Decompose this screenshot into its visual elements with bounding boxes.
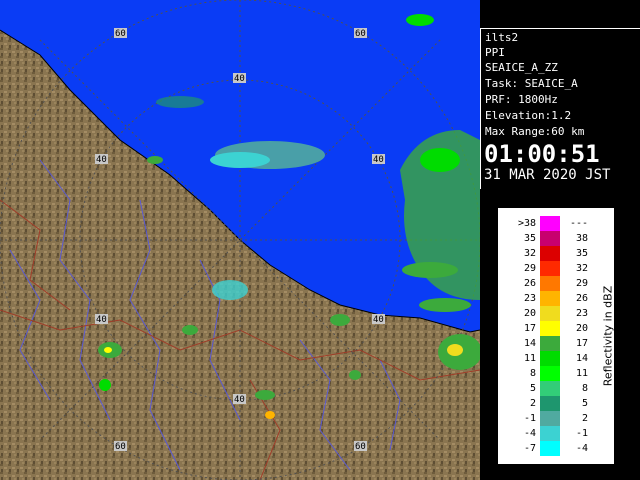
legend-color-swatch bbox=[540, 321, 560, 336]
reflectivity-legend: >38 --- 35 38 32 35 29 32 26 29 23 26 20 23 17 20 14 17 11… bbox=[498, 208, 614, 464]
legend-row: -4 -1 bbox=[506, 426, 596, 441]
legend-high-value: 26 bbox=[575, 293, 588, 304]
elevation-value: Elevation:1.2 bbox=[485, 109, 572, 122]
prf-value: PRF: 1800Hz bbox=[485, 93, 558, 106]
legend-low-value: 5 bbox=[529, 383, 536, 394]
scan-time: 01:00:51 bbox=[484, 140, 600, 168]
range-label: 40 bbox=[234, 74, 245, 84]
legend-low-value: 26 bbox=[523, 278, 536, 289]
legend-low-value: 29 bbox=[523, 263, 536, 274]
legend-color-swatch bbox=[540, 216, 560, 231]
legend-low-value: 14 bbox=[523, 338, 536, 349]
range-label: 60 bbox=[115, 29, 126, 39]
scan-date: 31 MAR 2020 JST bbox=[484, 167, 611, 183]
legend-color-swatch bbox=[540, 351, 560, 366]
range-label: 40 bbox=[96, 155, 107, 165]
legend-unit-label: Reflectivity in dBZ bbox=[601, 285, 615, 387]
legend-high-value: 29 bbox=[575, 278, 588, 289]
legend-high-value: 17 bbox=[575, 338, 588, 349]
legend-high-value: -4 bbox=[575, 443, 588, 454]
legend-row: 8 11 bbox=[506, 366, 596, 381]
legend-low-value: 11 bbox=[523, 353, 536, 364]
range-label: 60 bbox=[355, 29, 366, 39]
legend-low-value: 2 bbox=[529, 398, 536, 409]
radar-ppi-map: 60 60 40 40 40 40 40 40 60 60 bbox=[0, 0, 480, 480]
legend-high-value: 35 bbox=[575, 248, 588, 259]
legend-color-swatch bbox=[540, 441, 560, 456]
legend-row: >38 --- bbox=[506, 216, 596, 231]
legend-color-swatch bbox=[540, 426, 560, 441]
legend-color-swatch bbox=[540, 411, 560, 426]
legend-color-swatch bbox=[540, 381, 560, 396]
legend-low-value: 8 bbox=[529, 368, 536, 379]
legend-high-value: 14 bbox=[575, 353, 588, 364]
range-label: 40 bbox=[373, 315, 384, 325]
max-range-value: Max Range:60 km bbox=[485, 125, 585, 138]
legend-high-value: -1 bbox=[575, 428, 588, 439]
legend-low-value: 20 bbox=[523, 308, 536, 319]
legend-row: 25 bbox=[506, 396, 596, 411]
radar-info-panel: ilts2 PPI SEAICE_A_ZZ Task: SEAICE_A PRF… bbox=[480, 28, 640, 189]
range-label: 60 bbox=[115, 442, 126, 452]
legend-low-value: 32 bbox=[523, 248, 536, 259]
legend-color-swatch bbox=[540, 291, 560, 306]
legend-low-value: -4 bbox=[523, 428, 536, 439]
range-label: 40 bbox=[96, 315, 107, 325]
legend-color-swatch bbox=[540, 366, 560, 381]
legend-low-value: 35 bbox=[523, 233, 536, 244]
range-label: 40 bbox=[234, 395, 245, 405]
legend-color-swatch bbox=[540, 276, 560, 291]
legend-low-value: >38 bbox=[517, 218, 536, 229]
legend-low-value: 23 bbox=[523, 293, 536, 304]
legend-high-value: 5 bbox=[581, 398, 588, 409]
legend-row: 58 bbox=[506, 381, 596, 396]
legend-row: 11 14 bbox=[506, 351, 596, 366]
legend-row: 26 29 bbox=[506, 276, 596, 291]
legend-row: 14 17 bbox=[506, 336, 596, 351]
legend-high-value: --- bbox=[569, 218, 588, 229]
legend-color-swatch bbox=[540, 261, 560, 276]
legend-color-swatch bbox=[540, 306, 560, 321]
legend-row: 35 38 bbox=[506, 231, 596, 246]
legend-row: 20 23 bbox=[506, 306, 596, 321]
legend-row: 23 26 bbox=[506, 291, 596, 306]
task-name: Task: SEAICE_A bbox=[485, 77, 578, 90]
legend-row: 32 35 bbox=[506, 246, 596, 261]
legend-high-value: 8 bbox=[581, 383, 588, 394]
legend-color-swatch bbox=[540, 246, 560, 261]
legend-color-swatch bbox=[540, 231, 560, 246]
legend-high-value: 11 bbox=[575, 368, 588, 379]
legend-row: -7 -4 bbox=[506, 441, 596, 456]
legend-high-value: 2 bbox=[581, 413, 588, 424]
legend-low-value: 17 bbox=[523, 323, 536, 334]
legend-high-value: 23 bbox=[575, 308, 588, 319]
range-label: 60 bbox=[355, 442, 366, 452]
legend-color-swatch bbox=[540, 396, 560, 411]
legend-low-value: -1 bbox=[523, 413, 536, 424]
legend-high-value: 20 bbox=[575, 323, 588, 334]
legend-rows: >38 --- 35 38 32 35 29 32 26 29 23 26 20 23 17 20 14 17 11… bbox=[506, 216, 610, 464]
station-name: ilts2 bbox=[485, 31, 519, 44]
range-label: 40 bbox=[373, 155, 384, 165]
product-name: SEAICE_A_ZZ bbox=[485, 61, 558, 74]
legend-low-value: -7 bbox=[523, 443, 536, 454]
legend-high-value: 32 bbox=[575, 263, 588, 274]
legend-row: 29 32 bbox=[506, 261, 596, 276]
legend-high-value: 38 bbox=[575, 233, 588, 244]
legend-row: 17 20 bbox=[506, 321, 596, 336]
legend-color-swatch bbox=[540, 336, 560, 351]
scan-type: PPI bbox=[485, 46, 505, 59]
legend-row: -1 2 bbox=[506, 411, 596, 426]
